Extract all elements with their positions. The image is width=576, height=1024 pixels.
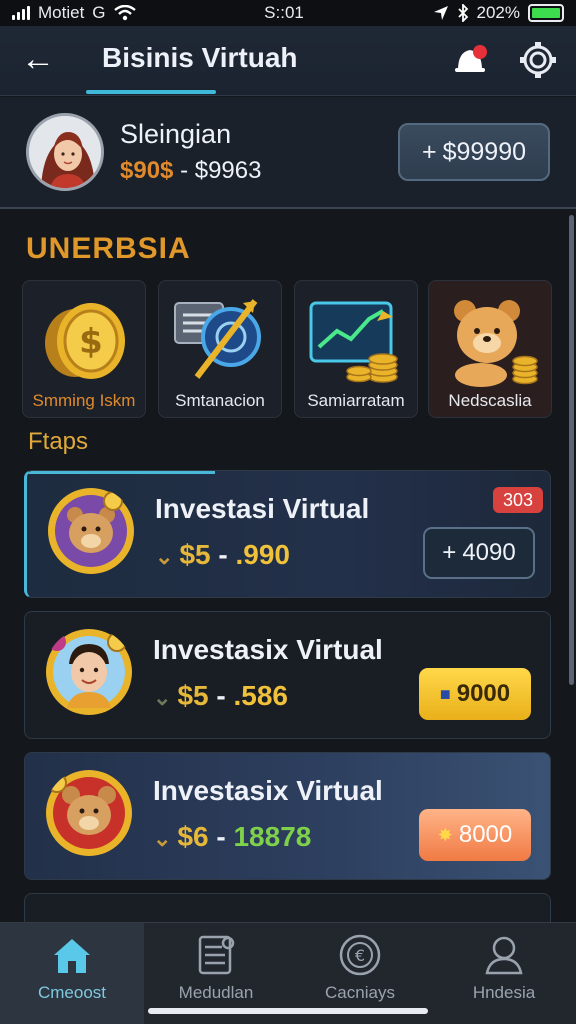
subsection-title: Ftaps [28, 428, 89, 455]
nav-label: Cmeoost [37, 983, 107, 1002]
amount-value: 18878 [233, 821, 312, 852]
add-balance-label: $99990 [442, 137, 527, 166]
category-list: $ Smming Iskm Smtanacion Samiarratam Ned… [22, 280, 552, 418]
signal-icon [12, 6, 30, 20]
svg-text:€: € [355, 946, 365, 965]
battery-percent: 202% [476, 3, 520, 22]
arrow-left-icon[interactable]: ← [18, 40, 58, 80]
nav-label: Medudlan [178, 983, 254, 1002]
investment-title: Investasix Virtual [153, 634, 383, 665]
document-icon [198, 935, 235, 975]
avatar[interactable] [26, 113, 104, 191]
section-title: UNERBSIA [26, 232, 191, 265]
category-card[interactable]: $ Smming Iskm [22, 280, 146, 418]
investment-title: Investasi Virtual [155, 493, 370, 524]
investment-card[interactable]: Investasi Virtual ⌄ $5 - .990 303 + 4090 [24, 470, 551, 598]
title-underline [86, 90, 216, 94]
investment-card[interactable]: Investasix Virtual ⌄ $5 - .586 ■ 9000 [24, 611, 551, 739]
amount-value: .586 [233, 680, 288, 711]
gear-icon[interactable] [518, 40, 558, 80]
bear-avatar-icon [48, 488, 134, 574]
balance-separator: - [180, 157, 189, 184]
profile-name: Sleingian [120, 119, 232, 149]
nav-label: Cacniays [325, 983, 395, 1002]
invest-button[interactable]: ✸ 8000 [419, 809, 531, 861]
amount-value: .990 [235, 539, 290, 570]
invest-button[interactable]: ■ 9000 [419, 668, 531, 720]
page-title: Bisinis Virtuah [102, 42, 298, 73]
profile-balance: $90$ - $9963 [120, 157, 261, 185]
nav-label: Hndesia [472, 983, 536, 1002]
person-avatar-icon [46, 629, 132, 715]
amount-dash: - [216, 680, 226, 711]
progress-indicator [27, 471, 215, 474]
bell-icon[interactable] [452, 42, 490, 76]
category-label: Nedscaslia [448, 391, 532, 410]
invest-button[interactable]: + 4090 [423, 527, 535, 579]
coin-circle-icon: € [339, 934, 381, 976]
compass-chart-icon [174, 299, 261, 379]
category-label: Samiarratam [307, 391, 405, 410]
battery-icon [528, 4, 564, 22]
nav-item-profile[interactable]: Hndesia [432, 923, 576, 1024]
category-card[interactable]: Nedscaslia [428, 280, 552, 418]
add-balance-button[interactable]: + $99990 [398, 123, 550, 181]
category-label: Smtanacion [175, 391, 265, 410]
coin-icon: $ [45, 303, 125, 379]
chevron-down-icon: ⌄ [153, 826, 172, 851]
balance-primary: $90$ [120, 157, 174, 184]
investment-title: Investasix Virtual [153, 775, 383, 806]
invest-button-label: 9000 [456, 680, 511, 707]
app-header: ← Bisinis Virtuah [0, 26, 576, 96]
bluetooth-icon [457, 4, 468, 22]
amount-prefix: $5 [179, 539, 211, 570]
home-icon [54, 939, 90, 973]
category-card[interactable]: Samiarratam [294, 280, 418, 418]
nav-item-home[interactable]: Cmeoost [0, 923, 144, 1024]
invest-button-label: 4090 [462, 539, 516, 566]
chevron-down-icon: ⌄ [155, 544, 174, 569]
home-indicator[interactable] [148, 1008, 428, 1014]
plus-icon: + [442, 539, 457, 566]
status-bar: Motiet G S::01 202% [0, 0, 576, 26]
category-label: Smming Iskm [32, 391, 136, 410]
amount-dash: - [218, 539, 228, 570]
bear-avatar-icon [46, 770, 132, 856]
wifi-icon [113, 5, 136, 21]
category-card[interactable]: Smtanacion [158, 280, 282, 418]
bear-coins-icon [454, 300, 538, 387]
investment-card[interactable]: Investasix Virtual ⌄ $6 - 18878 ✸ 8000 [24, 752, 551, 880]
amount-prefix: $6 [177, 821, 209, 852]
growth-chart-icon [309, 301, 398, 383]
plus-icon: + [421, 137, 437, 166]
scrollbar[interactable] [569, 215, 574, 685]
svg-text:$: $ [79, 322, 103, 362]
cube-icon: ■ [439, 683, 451, 704]
investment-amount: ⌄ $5 - .990 [155, 539, 290, 571]
carrier-glyph: G [92, 3, 106, 22]
star-icon: ✸ [437, 824, 453, 845]
location-arrow-icon [433, 6, 448, 20]
amount-prefix: $5 [177, 680, 209, 711]
count-badge: 303 [493, 487, 543, 513]
profile-panel: Sleingian $90$ - $9963 + $99990 [0, 97, 576, 209]
invest-button-label: 8000 [458, 821, 513, 848]
amount-dash: - [216, 821, 226, 852]
chevron-down-icon: ⌄ [153, 685, 172, 710]
user-icon [485, 936, 523, 975]
status-time: S::01 [264, 3, 304, 22]
balance-secondary: $9963 [194, 157, 262, 184]
carrier-name: Motiet [38, 3, 85, 22]
investment-amount: ⌄ $6 - 18878 [153, 821, 311, 853]
investment-amount: ⌄ $5 - .586 [153, 680, 288, 712]
